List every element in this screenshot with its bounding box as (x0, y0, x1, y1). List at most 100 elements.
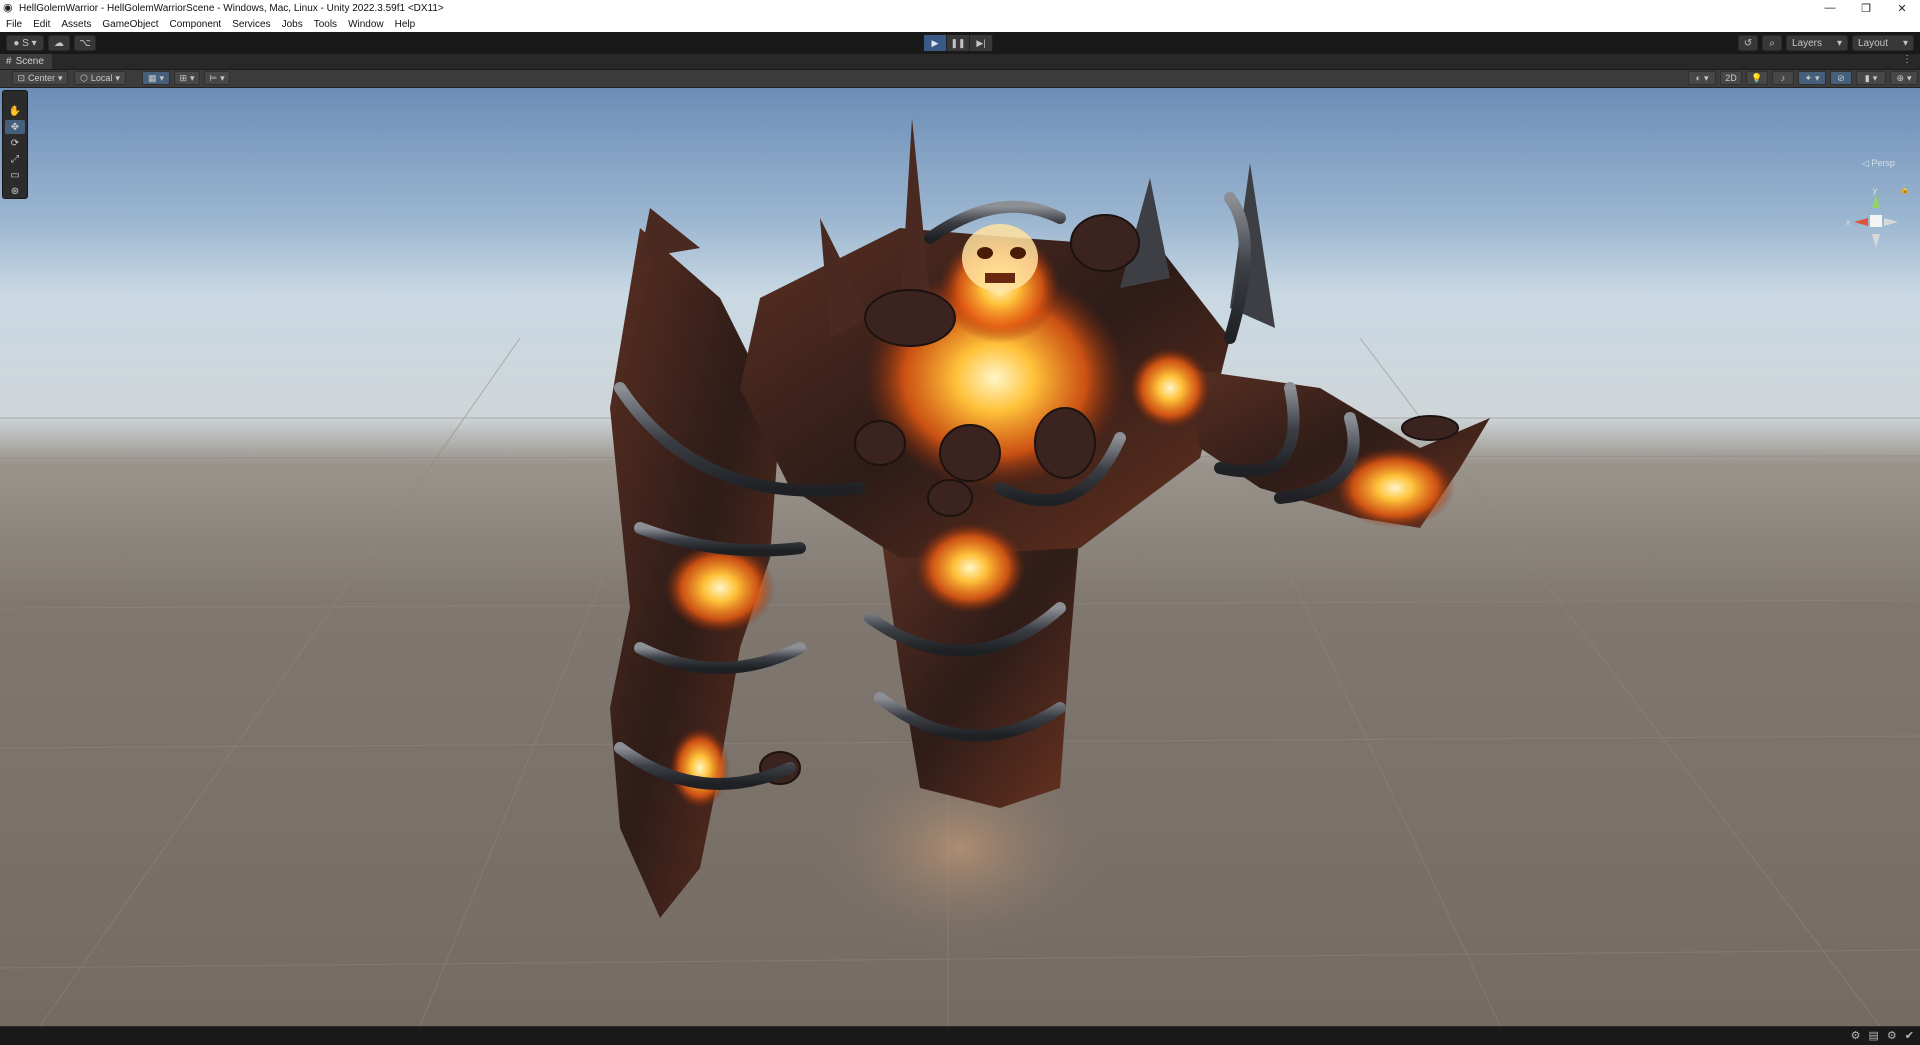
lock-icon[interactable]: 🔒 (1900, 185, 1910, 194)
maximize-button[interactable]: ❐ (1848, 0, 1884, 16)
effects-dropdown[interactable]: ✦ ▾ (1798, 71, 1826, 85)
tool-palette: ✋ ✥ ⟳ ⤢ ▭ ⊛ (2, 90, 28, 199)
bug-icon[interactable]: ✔ (1905, 1029, 1914, 1042)
scene-orientation-gizmo[interactable]: y x 🔒 (1840, 184, 1912, 260)
account-dropdown[interactable]: ● S ▾ (6, 35, 44, 51)
chevron-down-icon: ▾ (58, 72, 63, 83)
account-icon: ● (13, 37, 20, 49)
chevron-down-icon: ▾ (1902, 37, 1908, 49)
play-button[interactable]: ▶ (924, 35, 947, 51)
layout-label: Layout (1858, 37, 1889, 49)
more-options-icon[interactable]: ⋮ (1902, 54, 1912, 65)
menu-component[interactable]: Component (164, 19, 227, 30)
transform-tool-icon[interactable]: ⊛ (5, 184, 25, 198)
grid-visibility-dropdown[interactable]: ▦ ▾ (142, 71, 170, 85)
snap-grid-icon: ⊞ (179, 72, 187, 83)
mode-2d-label: 2D (1725, 73, 1737, 83)
hand-tool-icon[interactable]: ✋ (5, 104, 25, 118)
menu-help[interactable]: Help (389, 19, 421, 30)
cloud-icon: ☁ (54, 37, 64, 49)
tab-scene[interactable]: # Scene (0, 54, 52, 69)
step-button[interactable]: ▶| (970, 35, 993, 51)
menu-tools[interactable]: Tools (308, 19, 342, 30)
chevron-down-icon: ▾ (115, 72, 120, 83)
minimize-button[interactable]: — (1812, 0, 1848, 16)
play-icon: ▶ (931, 37, 939, 48)
local-space-icon: ⬡ (80, 72, 88, 83)
menu-edit[interactable]: Edit (27, 19, 55, 30)
light-bulb-icon: 💡 (1751, 72, 1763, 83)
audio-icon: ♪ (1780, 73, 1786, 83)
lighting-toggle[interactable]: 💡 (1746, 71, 1768, 85)
camera-settings-dropdown[interactable]: ▮ ▾ (1856, 71, 1886, 85)
grid-icon: ▦ (147, 72, 157, 83)
gizmos-icon: ⊕ (1896, 72, 1904, 83)
pivot-mode-dropdown[interactable]: ⊡ Center ▾ (12, 71, 68, 85)
axis-gizmo-icon: y x 🔒 (1846, 185, 1910, 248)
pivot-label: Center (28, 73, 56, 83)
eye-slash-icon: ⊘ (1837, 72, 1845, 83)
progress-icon[interactable]: ▤ (1869, 1029, 1879, 1042)
move-tool-icon[interactable]: ✥ (5, 120, 25, 134)
shading-icon: ◐ (1695, 73, 1701, 83)
cloud-button[interactable]: ☁ (48, 35, 70, 51)
projection-label[interactable]: ◁ Persp (1862, 158, 1895, 169)
toggle-2d-button[interactable]: 2D (1720, 71, 1742, 85)
console-icon[interactable]: ⚙ (1851, 1029, 1861, 1042)
scene-viewport[interactable]: y x 🔒 ◁ Persp (0, 88, 1920, 1026)
hidden-objects-toggle[interactable]: ⊘ (1830, 71, 1852, 85)
draw-mode-dropdown[interactable]: ◐ ▾ (1688, 71, 1716, 85)
unity-logo-icon: ◉ (3, 1, 13, 14)
scene-toolbar: ⊡ Center ▾ ⬡ Local ▾ ▦ ▾ ⊞ ▾ ⊨ ▾ ◐ ▾ 2D 💡 ♪ … (0, 70, 1920, 88)
chevron-down-icon: ▾ (1907, 72, 1912, 83)
chevron-down-icon: ▾ (1815, 72, 1820, 83)
close-button[interactable]: ✕ (1884, 0, 1920, 16)
history-button[interactable]: ↺ (1738, 35, 1758, 51)
skull-face (962, 224, 1038, 292)
scale-tool-icon[interactable]: ⤢ (5, 152, 25, 166)
status-icons: ⚙ ▤ ⚙ ✔ (1851, 1029, 1914, 1042)
search-button[interactable]: ⌕ (1762, 35, 1782, 51)
audio-toggle[interactable]: ♪ (1772, 71, 1794, 85)
main-toolbar: ● S ▾ ☁ ⌥ ▶ ❚❚ ▶| ↺ ⌕ Layers ▾ Layout ▾ (0, 32, 1920, 54)
account-label: S (22, 37, 29, 49)
menu-services[interactable]: Services (226, 19, 275, 30)
layout-dropdown[interactable]: Layout ▾ (1852, 35, 1914, 51)
search-icon: ⌕ (1769, 37, 1775, 49)
gizmos-dropdown[interactable]: ⊕ ▾ (1890, 71, 1918, 85)
tab-row: # Scene ⋮ (0, 54, 1920, 70)
debug-icon[interactable]: ⚙ (1887, 1029, 1897, 1042)
title-bar: ◉ HellGolemWarrior - HellGolemWarriorSce… (0, 0, 1920, 16)
increment-snap-dropdown[interactable]: ⊨ ▾ (204, 71, 230, 85)
branch-icon: ⌥ (79, 37, 91, 49)
pause-icon: ❚❚ (950, 37, 966, 48)
menu-file[interactable]: File (0, 19, 27, 30)
scene-render (0, 118, 1920, 1026)
pivot-space-dropdown[interactable]: ⬡ Local ▾ (74, 71, 126, 85)
menu-jobs[interactable]: Jobs (276, 19, 308, 30)
chevron-down-icon: ▾ (220, 72, 225, 83)
play-controls: ▶ ❚❚ ▶| (924, 35, 993, 51)
effects-icon: ✦ (1804, 72, 1812, 83)
window-title: HellGolemWarrior - HellGolemWarriorScene… (19, 2, 444, 14)
scene-grid-icon: # (6, 56, 12, 67)
snapping-dropdown[interactable]: ⊞ ▾ (174, 71, 200, 85)
menu-gameobject[interactable]: GameObject (96, 19, 163, 30)
pause-button[interactable]: ❚❚ (947, 35, 970, 51)
chevron-down-icon: ▾ (1836, 37, 1842, 49)
rotate-tool-icon[interactable]: ⟳ (5, 136, 25, 150)
window-controls: — ❐ ✕ (1812, 0, 1920, 16)
pivot-icon: ⊡ (17, 72, 25, 83)
history-icon: ↺ (1743, 37, 1753, 49)
version-control-button[interactable]: ⌥ (74, 35, 96, 51)
chevron-down-icon: ▾ (31, 37, 37, 49)
gizmo-x-label: x (1846, 218, 1850, 227)
layers-dropdown[interactable]: Layers ▾ (1786, 35, 1848, 51)
layers-label: Layers (1792, 37, 1823, 49)
menu-window[interactable]: Window (342, 19, 389, 30)
space-label: Local (90, 73, 113, 83)
menu-assets[interactable]: Assets (55, 19, 96, 30)
increment-snap-icon: ⊨ (209, 72, 218, 83)
chevron-down-icon: ▾ (159, 72, 165, 83)
rect-tool-icon[interactable]: ▭ (5, 168, 25, 182)
